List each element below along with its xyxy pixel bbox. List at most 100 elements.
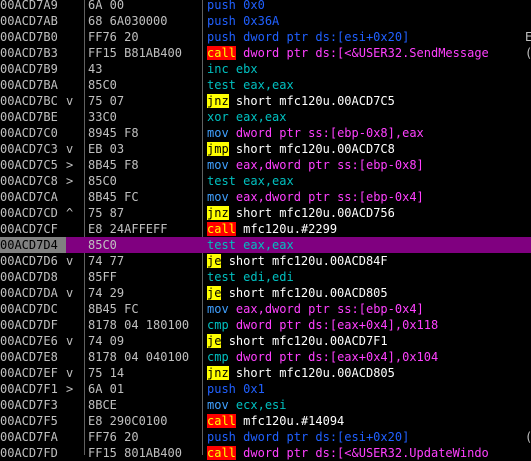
address-cell[interactable]: 00ACD7D8: [0, 269, 66, 285]
instruction-cell[interactable]: mov dword ptr ss:[ebp-0x8],eax: [207, 125, 424, 141]
hex-bytes-cell[interactable]: 74 77: [88, 253, 198, 269]
address-cell[interactable]: 00ACD7B9: [0, 61, 66, 77]
address-cell[interactable]: 00ACD7F3: [0, 397, 66, 413]
instruction-cell[interactable]: je short mfc120u.00ACD84F: [207, 253, 388, 269]
hex-bytes-cell[interactable]: 75 14: [88, 365, 198, 381]
disassembly-row[interactable]: 00ACD7CF E8 24AFFEFF call mfc120u.#2299: [0, 221, 531, 237]
disassembly-row[interactable]: 00ACD7CD ^ 75 87 jnz short mfc120u.00ACD756: [0, 205, 531, 221]
address-cell[interactable]: 00ACD7C5: [0, 157, 66, 173]
instruction-cell[interactable]: push 0x36A: [207, 13, 279, 29]
instruction-cell[interactable]: call dword ptr ds:[<&USER32.UpdateWindo: [207, 445, 489, 461]
disassembly-row[interactable]: 00ACD7D6 v 74 77 je short mfc120u.00ACD84F: [0, 253, 531, 269]
address-cell[interactable]: 00ACD7C8: [0, 173, 66, 189]
instruction-cell[interactable]: jnz short mfc120u.00ACD756: [207, 205, 395, 221]
hex-bytes-cell[interactable]: 8BCE: [88, 397, 198, 413]
address-cell[interactable]: 00ACD7C3: [0, 141, 66, 157]
disassembly-row[interactable]: 00ACD7A9 6A 00 push 0x0: [0, 0, 531, 13]
instruction-cell[interactable]: cmp dword ptr ds:[eax+0x4],0x104: [207, 349, 438, 365]
address-cell[interactable]: 00ACD7F1: [0, 381, 66, 397]
address-cell[interactable]: 00ACD7D6: [0, 253, 66, 269]
instruction-cell[interactable]: inc ebx: [207, 61, 258, 77]
disassembly-row[interactable]: 00ACD7C0 8945 F8 mov dword ptr ss:[ebp-0x8…: [0, 125, 531, 141]
hex-bytes-cell[interactable]: 8945 F8: [88, 125, 198, 141]
disassembly-row[interactable]: 00ACD7B3 FF15 B81AB400 call dword ptr ds:[…: [0, 45, 531, 61]
disassembly-row[interactable]: 00ACD7BE 33C0 xor eax,eax: [0, 109, 531, 125]
address-cell[interactable]: 00ACD7FA: [0, 429, 66, 445]
hex-bytes-cell[interactable]: 8B45 FC: [88, 189, 198, 205]
disassembly-row[interactable]: 00ACD7D8 85FF test edi,edi: [0, 269, 531, 285]
address-cell[interactable]: 00ACD7CF: [0, 221, 66, 237]
hex-bytes-cell[interactable]: 6A 00: [88, 0, 198, 13]
instruction-cell[interactable]: xor eax,eax: [207, 109, 287, 125]
address-cell[interactable]: 00ACD7D4: [0, 237, 66, 253]
address-cell[interactable]: 00ACD7F5: [0, 413, 66, 429]
hex-bytes-cell[interactable]: 85FF: [88, 269, 198, 285]
hex-bytes-cell[interactable]: FF15 B81AB400: [88, 45, 198, 61]
instruction-cell[interactable]: test edi,edi: [207, 269, 294, 285]
hex-bytes-cell[interactable]: E8 24AFFEFF: [88, 221, 198, 237]
hex-bytes-cell[interactable]: 6A 01: [88, 381, 198, 397]
disassembly-row[interactable]: 00ACD7C8 >85C0 test eax,eax: [0, 173, 531, 189]
instruction-cell[interactable]: mov eax,dword ptr ss:[ebp-0x4]: [207, 189, 424, 205]
disassembly-row[interactable]: 00ACD7FD FF15 801AB400 call dword ptr ds:[…: [0, 445, 531, 461]
address-cell[interactable]: 00ACD7BE: [0, 109, 66, 125]
instruction-cell[interactable]: call dword ptr ds:[<&USER32.SendMessage: [207, 45, 489, 61]
address-cell[interactable]: 00ACD7CD: [0, 205, 66, 221]
hex-bytes-cell[interactable]: FF15 801AB400: [88, 445, 198, 461]
hex-bytes-cell[interactable]: 8178 04 040100: [88, 349, 198, 365]
instruction-cell[interactable]: mov eax,dword ptr ss:[ebp-0x4]: [207, 301, 424, 317]
instruction-cell[interactable]: jmp short mfc120u.00ACD7C8: [207, 141, 395, 157]
address-cell[interactable]: 00ACD7A9: [0, 0, 66, 13]
address-cell[interactable]: 00ACD7DA: [0, 285, 66, 301]
address-cell[interactable]: 00ACD7E8: [0, 349, 66, 365]
hex-bytes-cell[interactable]: 8B45 F8: [88, 157, 198, 173]
disassembly-row[interactable]: 00ACD7F3 8BCE mov ecx,esi: [0, 397, 531, 413]
disassembly-row[interactable]: 00ACD7DA v 74 29 je short mfc120u.00ACD805: [0, 285, 531, 301]
instruction-cell[interactable]: push 0x1: [207, 381, 265, 397]
instruction-cell[interactable]: mov ecx,esi: [207, 397, 287, 413]
disassembly-row[interactable]: 00ACD7BA 85C0 test eax,eax: [0, 77, 531, 93]
address-cell[interactable]: 00ACD7AB: [0, 13, 66, 29]
address-cell[interactable]: 00ACD7E6: [0, 333, 66, 349]
instruction-cell[interactable]: call mfc120u.#14094: [207, 413, 344, 429]
instruction-cell[interactable]: je short mfc120u.00ACD7F1: [207, 333, 388, 349]
disassembly-row[interactable]: 00ACD7AB 68 6A030000 push 0x36A: [0, 13, 531, 29]
instruction-cell[interactable]: mov eax,dword ptr ss:[ebp-0x8]: [207, 157, 424, 173]
disassembly-row[interactable]: 00ACD7E8 8178 04 040100 cmp dword ptr ds:[…: [0, 349, 531, 365]
instruction-cell[interactable]: push dword ptr ds:[esi+0x20]: [207, 29, 409, 45]
hex-bytes-cell[interactable]: 85C0: [88, 173, 198, 189]
hex-bytes-cell[interactable]: 33C0: [88, 109, 198, 125]
address-cell[interactable]: 00ACD7CA: [0, 189, 66, 205]
instruction-cell[interactable]: jnz short mfc120u.00ACD7C5: [207, 93, 395, 109]
hex-bytes-cell[interactable]: 75 87: [88, 205, 198, 221]
instruction-cell[interactable]: test eax,eax: [207, 77, 294, 93]
hex-bytes-cell[interactable]: 68 6A030000: [88, 13, 198, 29]
instruction-cell[interactable]: push 0x0: [207, 0, 265, 13]
disassembly-row[interactable]: 00ACD7EF v 75 14 jnz short mfc120u.00ACD805: [0, 365, 531, 381]
disassembly-row[interactable]: 00ACD7F5 E8 290C0100 call mfc120u.#14094: [0, 413, 531, 429]
hex-bytes-cell[interactable]: 85C0: [88, 237, 198, 253]
address-cell[interactable]: 00ACD7DC: [0, 301, 66, 317]
disassembly-row[interactable]: 00ACD7BC v 75 07 jnz short mfc120u.00ACD7C5: [0, 93, 531, 109]
address-cell[interactable]: 00ACD7EF: [0, 365, 66, 381]
address-cell[interactable]: 00ACD7B3: [0, 45, 66, 61]
disassembly-row[interactable]: 00ACD7B0 FF76 20 push dword ptr ds:[esi+0x…: [0, 29, 531, 45]
hex-bytes-cell[interactable]: FF76 20: [88, 429, 198, 445]
hex-bytes-cell[interactable]: EB 03: [88, 141, 198, 157]
instruction-cell[interactable]: test eax,eax: [207, 237, 294, 253]
instruction-cell[interactable]: test eax,eax: [207, 173, 294, 189]
hex-bytes-cell[interactable]: 43: [88, 61, 198, 77]
hex-bytes-cell[interactable]: FF76 20: [88, 29, 198, 45]
address-cell[interactable]: 00ACD7BA: [0, 77, 66, 93]
hex-bytes-cell[interactable]: 75 07: [88, 93, 198, 109]
disassembly-row[interactable]: 00ACD7E6 v 74 09 je short mfc120u.00ACD7F1: [0, 333, 531, 349]
address-cell[interactable]: 00ACD7C0: [0, 125, 66, 141]
address-cell[interactable]: 00ACD7FD: [0, 445, 66, 461]
hex-bytes-cell[interactable]: 74 09: [88, 333, 198, 349]
address-cell[interactable]: 00ACD7BC: [0, 93, 66, 109]
disassembly-row[interactable]: 00ACD7C5 >8B45 F8 mov eax,dword ptr ss:[eb…: [0, 157, 531, 173]
hex-bytes-cell[interactable]: 74 29: [88, 285, 198, 301]
disassembly-row[interactable]: 00ACD7C3 v EB 03 jmp short mfc120u.00ACD7C8: [0, 141, 531, 157]
disassembly-row[interactable]: 00ACD7DC 8B45 FC mov eax,dword ptr ss:[ebp…: [0, 301, 531, 317]
address-cell[interactable]: 00ACD7DF: [0, 317, 66, 333]
